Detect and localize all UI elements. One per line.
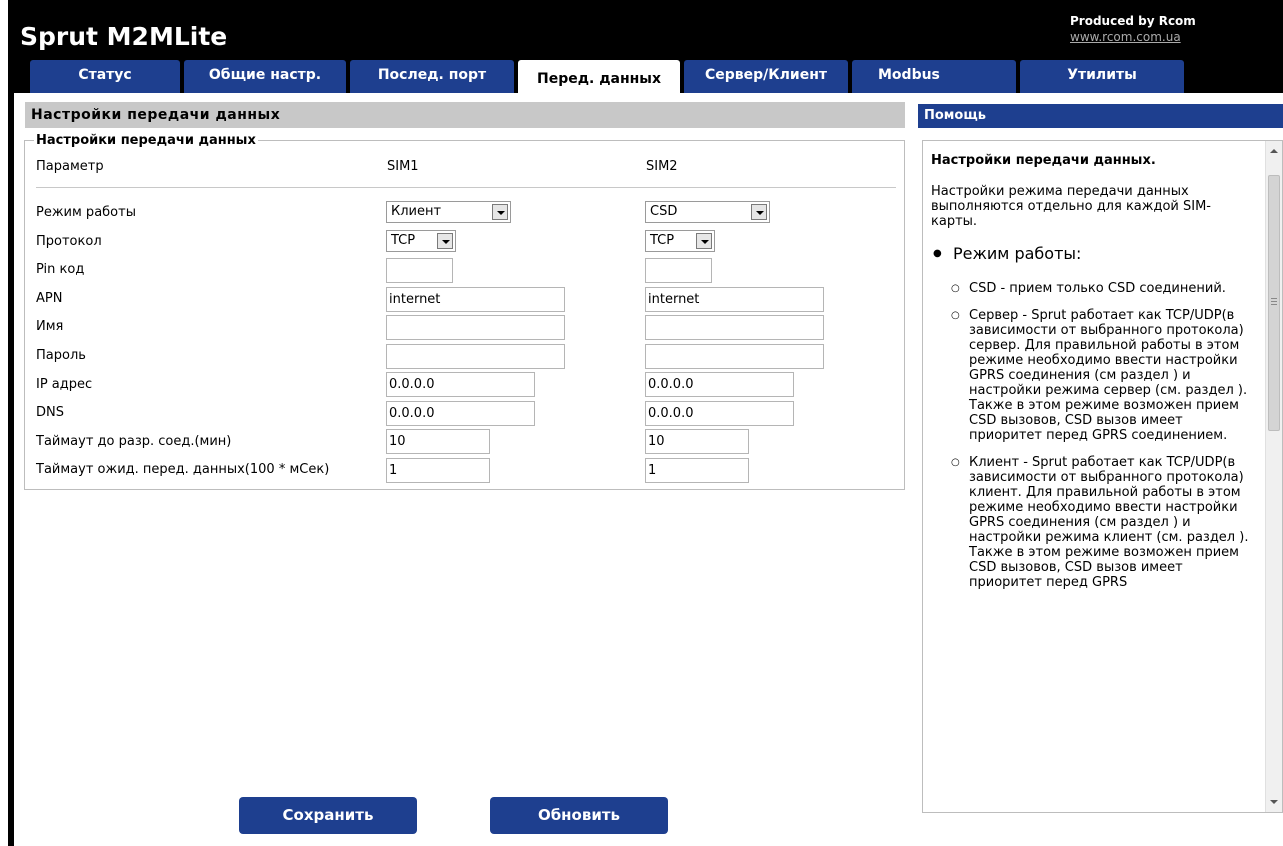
label-mode: Режим работы: [36, 205, 136, 220]
help-intro: Настройки режима передачи данных выполня…: [931, 184, 1211, 229]
label-protocol: Протокол: [36, 234, 102, 249]
grip-icon: [1271, 298, 1277, 299]
sim1-mode-select[interactable]: Клиент: [386, 201, 511, 223]
label-password: Пароль: [36, 348, 86, 363]
tab-status[interactable]: Статус: [30, 60, 180, 93]
label-apn: APN: [36, 291, 63, 306]
sim1-protocol-value: TCP: [391, 233, 416, 248]
sim1-protocol-select[interactable]: TCP: [386, 230, 456, 252]
settings-legend: Настройки передачи данных: [34, 133, 258, 148]
tab-utilities[interactable]: Утилиты: [1020, 60, 1184, 93]
chevron-down-icon[interactable]: [696, 233, 712, 249]
help-content: Настройки передачи данных. Настройки реж…: [931, 153, 1251, 602]
sim1-apn-input[interactable]: [386, 287, 565, 312]
sim2-pin-input[interactable]: [645, 258, 712, 283]
scroll-up-arrow-icon[interactable]: [1270, 149, 1278, 153]
sim2-ip-input[interactable]: [645, 372, 794, 397]
scroll-thumb[interactable]: [1268, 175, 1280, 431]
help-item-csd: CSD - прием только CSD соединений.: [931, 281, 1251, 296]
sim1-password-input[interactable]: [386, 344, 565, 369]
label-name: Имя: [36, 319, 64, 334]
help-item-client: Клиент - Sprut работает как TCP/UDP(в за…: [931, 455, 1251, 590]
app-title: Sprut M2MLite: [20, 22, 228, 51]
label-timeout-disconnect: Таймаут до разр. соед.(мин): [36, 434, 232, 449]
tab-serial-port[interactable]: Послед. порт: [350, 60, 514, 93]
label-dns: DNS: [36, 405, 64, 420]
column-sim1: SIM1: [387, 159, 419, 174]
sim2-protocol-select[interactable]: TCP: [645, 230, 715, 252]
tab-server-client[interactable]: Сервер/Клиент: [684, 60, 848, 93]
chevron-down-icon[interactable]: [492, 204, 508, 220]
sim1-dns-input[interactable]: [386, 401, 535, 426]
sim2-password-input[interactable]: [645, 344, 824, 369]
help-title: Настройки передачи данных.: [931, 153, 1156, 168]
sim1-timeout-wait-input[interactable]: [386, 458, 490, 483]
sim2-dns-input[interactable]: [645, 401, 794, 426]
sim2-timeout-disconnect-input[interactable]: [645, 429, 749, 454]
sim2-timeout-wait-input[interactable]: [645, 458, 749, 483]
help-scrollbar[interactable]: [1265, 141, 1282, 812]
sim2-protocol-value: TCP: [650, 233, 675, 248]
help-bullet: Режим работы:: [931, 245, 1251, 264]
left-stripe: [8, 93, 14, 846]
column-sim2: SIM2: [646, 159, 678, 174]
sim2-apn-input[interactable]: [645, 287, 824, 312]
label-pin: Pin код: [36, 262, 85, 277]
sim2-name-input[interactable]: [645, 315, 824, 340]
sim1-name-input[interactable]: [386, 315, 565, 340]
sim1-mode-value: Клиент: [391, 204, 442, 219]
tab-data-transfer[interactable]: Перед. данных: [518, 60, 680, 93]
sim1-ip-input[interactable]: [386, 372, 535, 397]
tab-general-settings[interactable]: Общие настр.: [184, 60, 346, 93]
produced-by: Produced by Rcom: [1070, 14, 1196, 28]
scroll-down-arrow-icon[interactable]: [1270, 800, 1278, 804]
sim2-mode-select[interactable]: CSD: [645, 201, 770, 223]
producer-link[interactable]: www.rcom.com.ua: [1070, 30, 1181, 44]
help-panel[interactable]: Настройки передачи данных. Настройки реж…: [922, 140, 1283, 813]
sim2-mode-value: CSD: [650, 204, 678, 219]
section-title: Настройки передачи данных: [25, 102, 905, 128]
divider: [36, 187, 896, 188]
sim1-pin-input[interactable]: [386, 258, 453, 283]
column-param: Параметр: [36, 159, 104, 174]
sim1-timeout-disconnect-input[interactable]: [386, 429, 490, 454]
refresh-button[interactable]: Обновить: [490, 797, 668, 834]
chevron-down-icon[interactable]: [751, 204, 767, 220]
label-timeout-wait: Таймаут ожид. перед. данных(100 * мСек): [36, 462, 330, 477]
help-item-server: Сервер - Sprut работает как TCP/UDP(в за…: [931, 308, 1251, 443]
save-button[interactable]: Сохранить: [239, 797, 417, 834]
label-ip: IP адрес: [36, 377, 93, 392]
help-header: Помощь: [918, 104, 1283, 128]
tab-modbus[interactable]: Modbus: [852, 60, 1016, 93]
chevron-down-icon[interactable]: [437, 233, 453, 249]
